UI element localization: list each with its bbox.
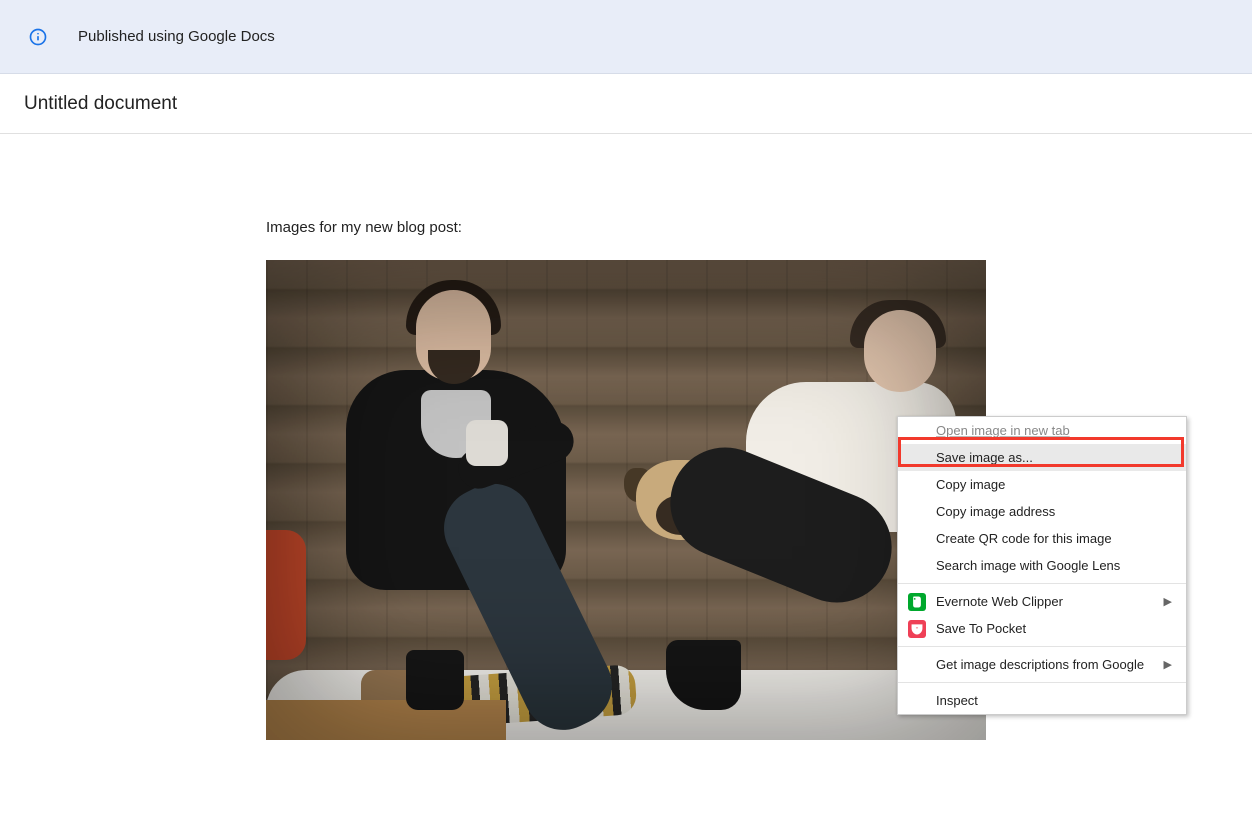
- submenu-arrow-icon: ▶: [1164, 658, 1172, 671]
- menu-label: Inspect: [936, 693, 978, 708]
- menu-inspect[interactable]: Inspect: [898, 687, 1186, 714]
- published-banner: Published using Google Docs: [0, 0, 1252, 74]
- menu-evernote-web-clipper[interactable]: Evernote Web Clipper ▶: [898, 588, 1186, 615]
- menu-label: Search image with Google Lens: [936, 558, 1120, 573]
- menu-label: Open image in new tab: [936, 423, 1070, 438]
- menu-create-qr-code[interactable]: Create QR code for this image: [898, 525, 1186, 552]
- menu-label: Copy image address: [936, 504, 1055, 519]
- menu-save-to-pocket[interactable]: Save To Pocket: [898, 615, 1186, 642]
- menu-get-image-descriptions[interactable]: Get image descriptions from Google ▶: [898, 651, 1186, 678]
- menu-label: Evernote Web Clipper: [936, 594, 1063, 609]
- banner-text: Published using Google Docs: [78, 28, 275, 45]
- menu-separator: [898, 646, 1186, 647]
- context-menu: Open image in new tab Save image as... C…: [897, 416, 1187, 715]
- menu-copy-image[interactable]: Copy image: [898, 471, 1186, 498]
- pocket-icon: [908, 620, 926, 638]
- evernote-icon: [908, 593, 926, 611]
- menu-label: Save image as...: [936, 450, 1033, 465]
- menu-label: Save To Pocket: [936, 621, 1026, 636]
- menu-save-image-as[interactable]: Save image as...: [898, 444, 1186, 471]
- blog-image[interactable]: [266, 260, 986, 740]
- menu-separator: [898, 682, 1186, 683]
- menu-label: Get image descriptions from Google: [936, 657, 1144, 672]
- body-caption: Images for my new blog post:: [266, 219, 986, 236]
- menu-separator: [898, 583, 1186, 584]
- menu-copy-image-address[interactable]: Copy image address: [898, 498, 1186, 525]
- submenu-arrow-icon: ▶: [1164, 595, 1172, 608]
- document-title: Untitled document: [24, 93, 1228, 115]
- menu-open-image-new-tab[interactable]: Open image in new tab: [898, 417, 1186, 444]
- menu-search-google-lens[interactable]: Search image with Google Lens: [898, 552, 1186, 579]
- menu-label: Create QR code for this image: [936, 531, 1112, 546]
- document-header: Untitled document: [0, 74, 1252, 134]
- info-icon: [28, 27, 48, 47]
- menu-label: Copy image: [936, 477, 1005, 492]
